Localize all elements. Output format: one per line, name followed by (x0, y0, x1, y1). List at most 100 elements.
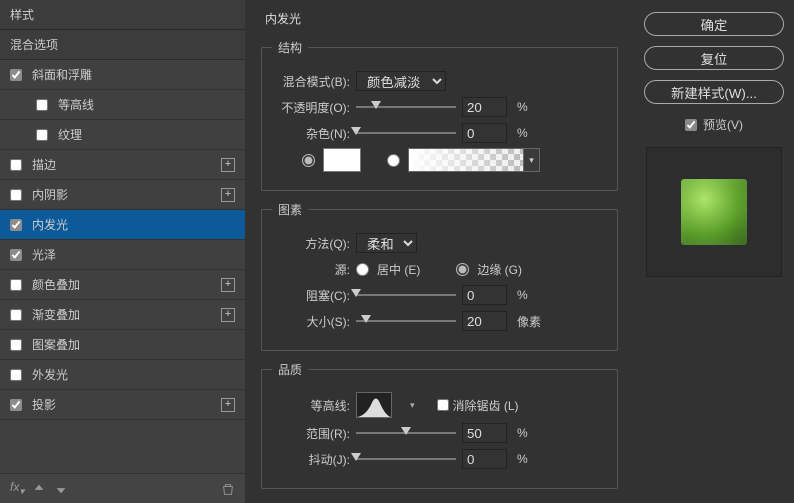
elements-group: 图素 方法(Q): 柔和 源: 居中 (E) 边缘 (G) 阻塞(C): (261, 201, 618, 351)
sidebar-item-dropshadow[interactable]: 投影 + (0, 390, 245, 420)
preview-thumbnail (681, 179, 747, 245)
item-label: 内阴影 (32, 186, 68, 203)
sidebar-header-styles[interactable]: 样式 (0, 0, 245, 30)
sidebar-item-stroke[interactable]: 描边 + (0, 150, 245, 180)
styles-sidebar: 样式 混合选项 斜面和浮雕 等高线 纹理 描边 + 内阴影 (0, 0, 245, 503)
range-label: 范围(R): (272, 425, 350, 442)
panel-title: 内发光 (261, 8, 618, 33)
elements-legend: 图素 (272, 201, 308, 218)
item-label: 斜面和浮雕 (32, 66, 92, 83)
opacity-label: 不透明度(O): (272, 99, 350, 116)
sidebar-item-outerglow[interactable]: 外发光 (0, 360, 245, 390)
item-label: 内发光 (32, 216, 68, 233)
preview-box (646, 147, 782, 277)
color-swatch[interactable] (323, 148, 361, 172)
stroke-checkbox[interactable] (10, 159, 22, 171)
sidebar-item-satin[interactable]: 光泽 (0, 240, 245, 270)
item-label: 等高线 (58, 96, 94, 113)
add-icon[interactable]: + (221, 158, 235, 172)
sidebar-list: 斜面和浮雕 等高线 纹理 描边 + 内阴影 + 内发光 (0, 60, 245, 473)
sidebar-item-texture[interactable]: 纹理 (0, 120, 245, 150)
sidebar-item-coloroverlay[interactable]: 颜色叠加 + (0, 270, 245, 300)
solid-color-radio[interactable] (302, 154, 315, 167)
noise-input[interactable] (462, 123, 507, 143)
item-label: 光泽 (32, 246, 56, 263)
sidebar-header-blend[interactable]: 混合选项 (0, 30, 245, 60)
opacity-slider[interactable] (356, 102, 456, 112)
sidebar-item-bevel[interactable]: 斜面和浮雕 (0, 60, 245, 90)
sidebar-item-innerglow[interactable]: 内发光 (0, 210, 245, 240)
trash-icon[interactable] (221, 482, 235, 496)
preview-label: 预览(V) (703, 116, 743, 133)
chevron-down-icon[interactable]: ▾ (410, 400, 415, 411)
blend-mode-select[interactable]: 颜色减淡 (356, 71, 446, 91)
outerglow-checkbox[interactable] (10, 369, 22, 381)
sidebar-item-innershadow[interactable]: 内阴影 + (0, 180, 245, 210)
technique-select[interactable]: 柔和 (356, 233, 417, 253)
sidebar-item-gradientoverlay[interactable]: 渐变叠加 + (0, 300, 245, 330)
contour-label: 等高线: (272, 397, 350, 414)
ok-button[interactable]: 确定 (644, 12, 784, 36)
jitter-input[interactable] (462, 449, 507, 469)
satin-checkbox[interactable] (10, 249, 22, 261)
size-label: 大小(S): (272, 313, 350, 330)
add-icon[interactable]: + (221, 398, 235, 412)
gradient-radio[interactable] (387, 154, 400, 167)
dropshadow-checkbox[interactable] (10, 399, 22, 411)
preview-checkbox[interactable] (685, 119, 697, 131)
opacity-input[interactable] (462, 97, 507, 117)
gradient-swatch[interactable] (408, 148, 524, 172)
bevel-checkbox[interactable] (10, 69, 22, 81)
add-icon[interactable]: + (221, 308, 235, 322)
cancel-button[interactable]: 复位 (644, 46, 784, 70)
gradient-dropdown-icon[interactable]: ▾ (524, 148, 540, 172)
range-input[interactable] (462, 423, 507, 443)
percent-unit: % (517, 100, 528, 114)
contour-checkbox[interactable] (36, 99, 48, 111)
percent-unit: % (517, 126, 528, 140)
quality-legend: 品质 (272, 361, 308, 378)
pixels-unit: 像素 (517, 313, 541, 330)
gradientoverlay-checkbox[interactable] (10, 309, 22, 321)
sidebar-footer: fx▾ (0, 473, 245, 503)
size-slider[interactable] (356, 316, 456, 326)
arrow-down-icon[interactable] (54, 482, 68, 496)
source-center-radio[interactable] (356, 263, 369, 276)
texture-checkbox[interactable] (36, 129, 48, 141)
add-icon[interactable]: + (221, 278, 235, 292)
sidebar-item-contour[interactable]: 等高线 (0, 90, 245, 120)
percent-unit: % (517, 288, 528, 302)
coloroverlay-checkbox[interactable] (10, 279, 22, 291)
source-edge-radio[interactable] (456, 263, 469, 276)
percent-unit: % (517, 452, 528, 466)
innerglow-checkbox[interactable] (10, 219, 22, 231)
new-style-button[interactable]: 新建样式(W)... (644, 80, 784, 104)
add-icon[interactable]: + (221, 188, 235, 202)
choke-input[interactable] (462, 285, 507, 305)
technique-label: 方法(Q): (272, 235, 350, 252)
choke-slider[interactable] (356, 290, 456, 300)
item-label: 颜色叠加 (32, 276, 80, 293)
blend-mode-label: 混合模式(B): (272, 73, 350, 90)
sidebar-item-patternoverlay[interactable]: 图案叠加 (0, 330, 245, 360)
preview-toggle[interactable]: 预览(V) (685, 116, 743, 133)
item-label: 渐变叠加 (32, 306, 80, 323)
percent-unit: % (517, 426, 528, 440)
noise-slider[interactable] (356, 128, 456, 138)
range-slider[interactable] (356, 428, 456, 438)
structure-group: 结构 混合模式(B): 颜色减淡 不透明度(O): % 杂色(N): % (261, 39, 618, 191)
quality-group: 品质 等高线: ▾ 消除锯齿 (L) 范围(R): % (261, 361, 618, 489)
size-input[interactable] (462, 311, 507, 331)
item-label: 投影 (32, 396, 56, 413)
structure-legend: 结构 (272, 39, 308, 56)
contour-picker[interactable] (356, 392, 392, 418)
jitter-slider[interactable] (356, 454, 456, 464)
fx-icon[interactable]: fx▾ (10, 480, 24, 497)
item-label: 外发光 (32, 366, 68, 383)
antialias-check[interactable]: 消除锯齿 (L) (437, 397, 519, 414)
patternoverlay-checkbox[interactable] (10, 339, 22, 351)
source-center-label: 居中 (E) (377, 261, 420, 278)
innershadow-checkbox[interactable] (10, 189, 22, 201)
antialias-checkbox[interactable] (437, 399, 449, 411)
arrow-up-icon[interactable] (32, 482, 46, 496)
